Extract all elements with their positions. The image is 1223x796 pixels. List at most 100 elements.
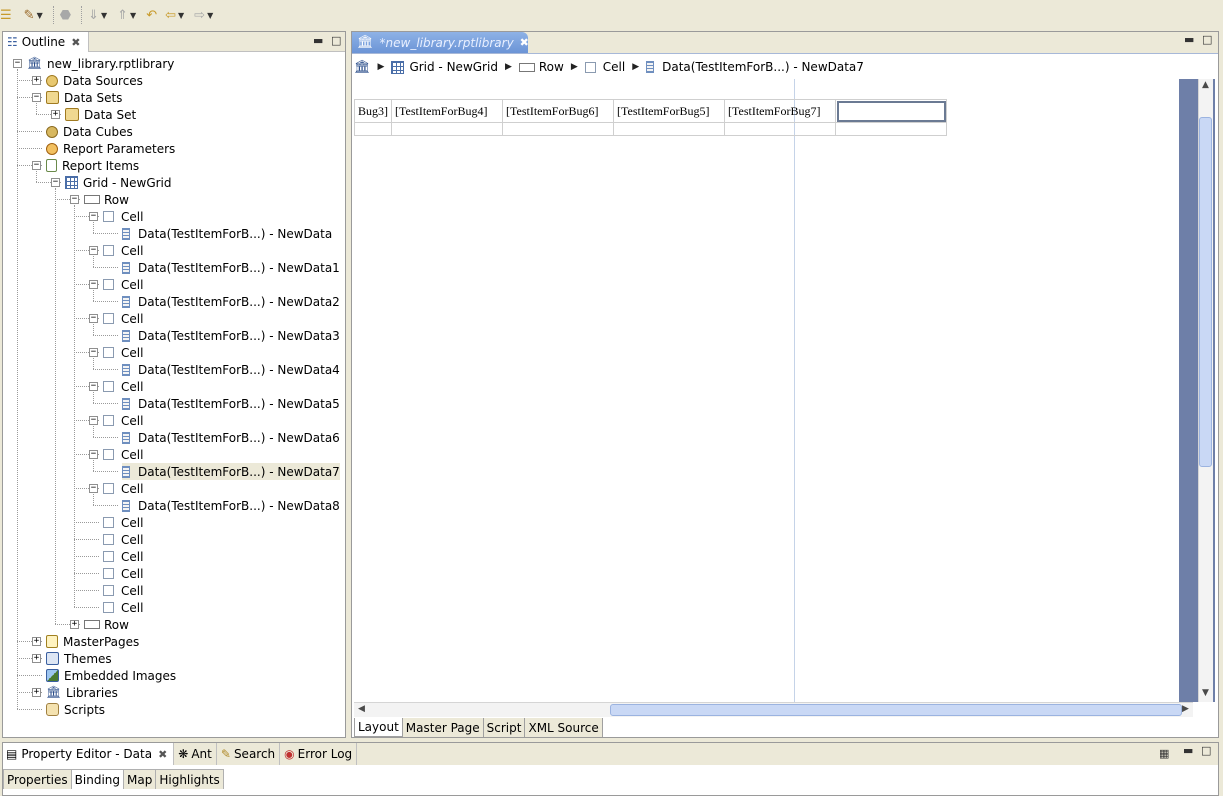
tree-item[interactable]: Data(TestItemForB...) - NewData8 [122, 497, 340, 514]
tab-properties[interactable]: Properties [3, 769, 72, 789]
grid-cell[interactable]: [TestItemForBug7] [724, 99, 836, 123]
minimize-icon[interactable]: ▬ [1183, 744, 1193, 757]
grid-cell[interactable] [724, 122, 836, 136]
collapse-icon[interactable]: − [89, 382, 98, 391]
tree-item[interactable]: Cell [103, 514, 143, 531]
tree-item[interactable]: Data Sources [46, 72, 143, 89]
tab-search[interactable]: ✎ Search [217, 743, 281, 765]
maximize-icon[interactable]: □ [331, 34, 341, 47]
stop-icon[interactable]: ⬣ [60, 4, 71, 26]
tab-master-page[interactable]: Master Page [402, 718, 484, 737]
tree-item[interactable]: Grid - NewGrid [65, 174, 172, 191]
collapse-icon[interactable]: − [32, 161, 41, 170]
tree-item[interactable]: Cell [103, 480, 143, 497]
tab-map[interactable]: Map [123, 769, 157, 789]
tree-item[interactable]: MasterPages [46, 633, 139, 650]
grid-cell[interactable]: [TestItemForBug5] [613, 99, 725, 123]
tree-item[interactable]: Cell [103, 582, 143, 599]
breadcrumb-item-data[interactable]: Data(TestItemForB...) - NewData7 [646, 60, 864, 74]
grid-cell[interactable] [502, 122, 614, 136]
grid-cell[interactable] [613, 122, 725, 136]
expand-icon[interactable]: + [70, 620, 79, 629]
tree-item[interactable]: Row [84, 616, 129, 633]
collapse-icon[interactable]: − [89, 484, 98, 493]
scroll-left-icon[interactable]: ◀ [355, 703, 368, 716]
tree-item[interactable]: Cell [103, 276, 143, 293]
tree-item[interactable]: Cell [103, 378, 143, 395]
editor-tab[interactable]: 🏛 *new_library.rptlibrary ✖ [352, 32, 529, 53]
tab-property-editor[interactable]: ▤ Property Editor - Data ✖ [3, 743, 175, 765]
tab-layout[interactable]: Layout [354, 718, 403, 737]
tree-item[interactable]: Cell [103, 565, 143, 582]
outline-tab[interactable]: ☷ Outline ✖ [3, 32, 90, 52]
tab-ant[interactable]: ❋ Ant [174, 743, 217, 765]
tree-item[interactable]: Embedded Images [46, 667, 176, 684]
tab-binding[interactable]: Binding [70, 769, 125, 789]
horizontal-scroll-thumb[interactable] [610, 704, 1182, 716]
tree-item[interactable]: Row [84, 191, 129, 208]
tree-item[interactable]: Cell [103, 412, 143, 429]
close-icon[interactable]: ✖ [71, 36, 80, 49]
tree-item[interactable]: Data(TestItemForB...) - NewData3 [122, 327, 340, 344]
collapse-icon[interactable]: − [13, 59, 22, 68]
collapse-icon[interactable]: − [89, 212, 98, 221]
tab-script[interactable]: Script [483, 718, 526, 737]
tree-item[interactable]: Cell [103, 548, 143, 565]
last-edit-location-icon[interactable]: ↶ [146, 4, 157, 26]
expand-icon[interactable]: + [32, 637, 41, 646]
collapse-icon[interactable]: − [89, 314, 98, 323]
tree-item[interactable]: Cell [103, 446, 143, 463]
scroll-right-icon[interactable]: ▶ [1179, 703, 1192, 716]
build-icon[interactable]: ✎ ▼ [24, 4, 43, 26]
tree-item[interactable]: Data Sets [46, 89, 122, 106]
breadcrumb-item-row[interactable]: Row [518, 60, 564, 74]
grid-newgrid[interactable]: Bug3] [TestItemForBug4] [TestItemForBug6… [354, 99, 947, 136]
scroll-up-icon[interactable]: ▲ [1199, 79, 1212, 92]
previous-annotation-icon[interactable]: ⇑ ▼ [117, 4, 136, 26]
next-annotation-icon[interactable]: ⇓ ▼ [88, 4, 107, 26]
breadcrumb-item-grid[interactable]: Grid - NewGrid [391, 60, 498, 74]
maximize-icon[interactable]: □ [1202, 33, 1212, 46]
breadcrumb-item-cell[interactable]: Cell [584, 60, 625, 74]
view-menu-icon[interactable]: ▦ [1159, 747, 1169, 760]
grid-cell[interactable]: [TestItemForBug4] [391, 99, 503, 123]
tree-item[interactable]: Cell [103, 310, 143, 327]
tree-item[interactable]: Data(TestItemForB...) - NewData6 [122, 429, 340, 446]
expand-icon[interactable]: + [32, 688, 41, 697]
vertical-scrollbar[interactable]: ▲ ▼ [1179, 79, 1215, 702]
collapse-icon[interactable]: − [89, 246, 98, 255]
tab-xml-source[interactable]: XML Source [525, 718, 603, 737]
grid-cell[interactable]: [TestItemForBug6] [502, 99, 614, 123]
minimize-icon[interactable]: ▬ [313, 34, 323, 47]
tree-item[interactable]: Report Parameters [46, 140, 175, 157]
collapse-icon[interactable]: − [89, 348, 98, 357]
tab-highlights[interactable]: Highlights [155, 769, 224, 789]
tree-item[interactable]: Data(TestItemForB...) - NewData2 [122, 293, 340, 310]
tree-item[interactable]: Cell [103, 208, 143, 225]
vertical-scroll-thumb[interactable] [1199, 117, 1212, 467]
tree-item[interactable]: Data(TestItemForB...) - NewData1 [122, 259, 340, 276]
close-icon[interactable]: ✖ [158, 748, 167, 761]
tree-item[interactable]: Cell [103, 531, 143, 548]
tree-item[interactable]: Report Items [46, 157, 139, 174]
maximize-icon[interactable]: □ [1201, 744, 1211, 757]
scroll-down-icon[interactable]: ▼ [1199, 687, 1212, 700]
collapse-icon[interactable]: − [89, 450, 98, 459]
collapse-icon[interactable]: − [51, 178, 60, 187]
collapse-icon[interactable]: − [89, 416, 98, 425]
tree-item[interactable]: Data(TestItemForB...) - NewData [122, 225, 332, 242]
tree-item[interactable]: 🏛 new_library.rptlibrary [27, 55, 174, 72]
collapse-icon[interactable]: − [32, 93, 41, 102]
horizontal-scrollbar[interactable]: ◀ ▶ [354, 702, 1193, 717]
library-icon[interactable]: 🏛 [354, 60, 371, 75]
tree-item[interactable]: Cell [103, 599, 143, 616]
grid-cell-selected[interactable] [835, 99, 947, 123]
tab-error-log[interactable]: ◉ Error Log [280, 743, 358, 765]
tree-item[interactable]: Cell [103, 242, 143, 259]
tree-item[interactable]: Themes [46, 650, 112, 667]
tree-item[interactable]: Data(TestItemForB...) - NewData4 [122, 361, 340, 378]
grid-cell[interactable] [354, 122, 392, 136]
collapse-icon[interactable]: − [70, 195, 79, 204]
tree-item[interactable]: Cell [103, 344, 143, 361]
expand-icon[interactable]: + [32, 76, 41, 85]
